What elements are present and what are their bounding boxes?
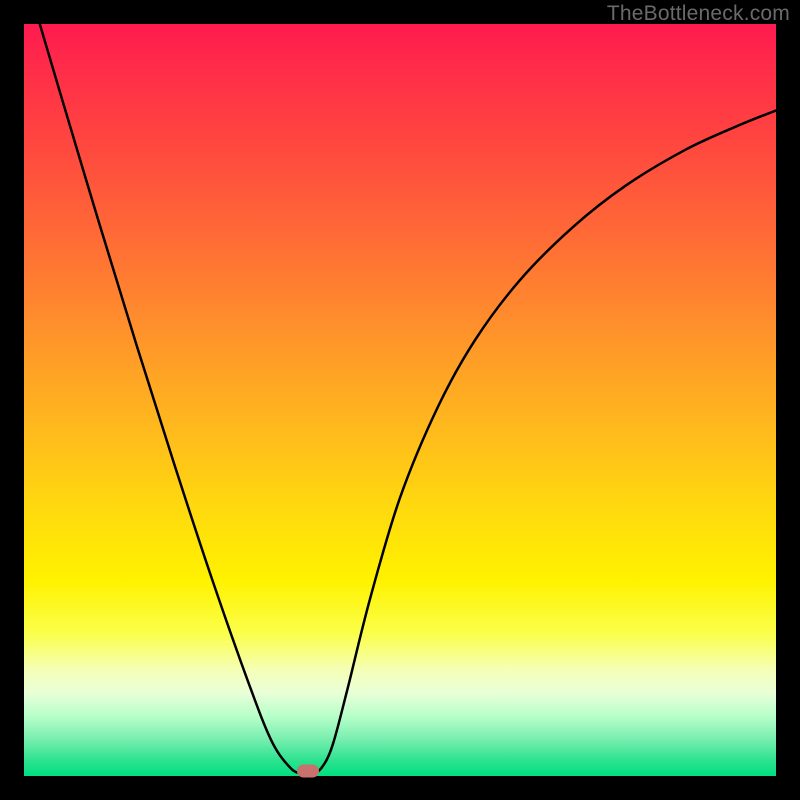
chart-minimum-marker — [297, 765, 319, 778]
watermark-text: TheBottleneck.com — [607, 2, 790, 26]
chart-curve-path — [40, 24, 776, 776]
chart-plot-area — [24, 24, 776, 776]
chart-curve-svg — [24, 24, 776, 776]
